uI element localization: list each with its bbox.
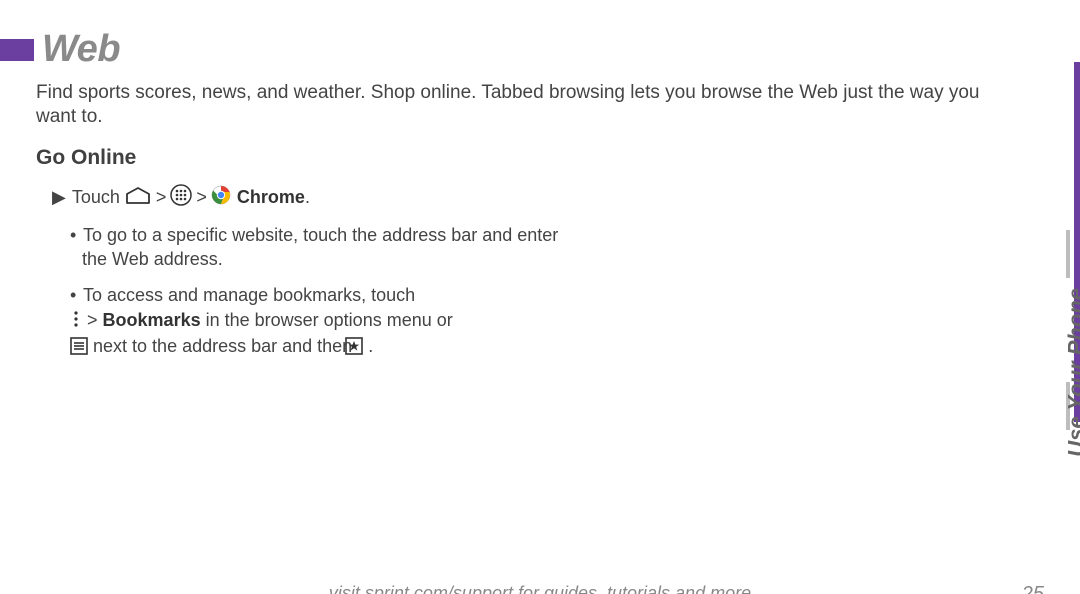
- chrome-icon: [211, 185, 231, 210]
- step-touch-sequence: ▶ Touch > >: [52, 184, 1080, 211]
- bookmarks-label: Bookmarks: [103, 310, 201, 330]
- apps-grid-icon: [170, 184, 192, 211]
- heading-accent-bar: [0, 39, 34, 61]
- bullet-1: • To go to a specific website, touch the…: [70, 223, 582, 272]
- side-tab-label: Use Your Phone: [1064, 288, 1080, 457]
- greater-than-2: >: [196, 187, 207, 208]
- chrome-label: Chrome: [237, 187, 305, 208]
- side-tab-flank-top: [1066, 230, 1070, 278]
- intro-paragraph: Find sports scores, news, and weather. S…: [36, 81, 996, 130]
- manual-page: Web Find sports scores, news, and weathe…: [0, 28, 1080, 594]
- period-end: .: [368, 336, 373, 356]
- greater-than: >: [156, 187, 167, 208]
- bullet-dot-2: •: [70, 285, 76, 305]
- greater-than-3: >: [87, 310, 98, 330]
- bullet-dot: •: [70, 225, 76, 245]
- step-marker: ▶: [52, 187, 66, 208]
- bookmark-star-icon: [357, 337, 363, 361]
- bullet-2-rest: in the browser options menu or: [206, 310, 453, 330]
- bullet-1-text: To go to a specific website, touch the a…: [82, 225, 558, 269]
- section-heading: Web: [0, 28, 1080, 71]
- footer-text: visit sprint.com/support for guides, tut…: [0, 583, 1080, 594]
- heading-text: Web: [42, 28, 120, 71]
- bullet-2-line-3: next to the address bar and then: [93, 336, 357, 356]
- page-list-icon: [82, 337, 88, 361]
- bullet-2-line-1: To access and manage bookmarks, touch: [83, 285, 415, 305]
- home-icon: [124, 185, 152, 210]
- period: .: [305, 187, 310, 208]
- touch-label: Touch: [72, 187, 120, 208]
- bullet-2: • To access and manage bookmarks, touch …: [70, 283, 582, 361]
- page-number: 25: [1022, 583, 1044, 594]
- subheading: Go Online: [36, 146, 1080, 170]
